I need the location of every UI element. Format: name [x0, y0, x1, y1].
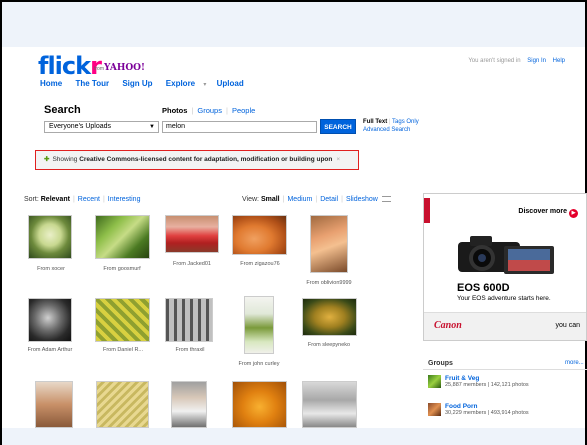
play-icon: ▶ [569, 209, 578, 218]
photo-thumb-thraxil[interactable] [165, 298, 213, 342]
bottom-band [2, 428, 585, 445]
search-type-groups[interactable]: Groups [197, 106, 222, 115]
explore-dropdown-icon[interactable]: ▾ [203, 82, 206, 88]
photo-caption[interactable]: From xocer [16, 266, 86, 272]
signin-link[interactable]: Sign In [527, 58, 546, 64]
slideshow-options-icon[interactable] [381, 196, 391, 202]
signin-status: You aren't signed in [468, 58, 521, 64]
photo-thumb-oblivion9999[interactable] [310, 215, 348, 273]
search-options: Full Text | Tags Only Advanced Search [363, 119, 419, 133]
nav-tour[interactable]: The Tour [75, 79, 109, 88]
photo-caption[interactable]: From oblivion9999 [294, 280, 364, 286]
top-band [2, 2, 585, 47]
search-button[interactable]: SEARCH [320, 119, 356, 134]
groups-title: Groups [428, 360, 453, 367]
main-nav: Home The Tour Sign Up Explore ▾ Upload [40, 79, 255, 88]
camera-icon [458, 236, 554, 274]
ad-you-can: you can [555, 322, 580, 329]
view-slideshow[interactable]: Slideshow [346, 196, 378, 203]
groups-more-link[interactable]: more... [565, 360, 584, 366]
search-title: Search [44, 104, 81, 116]
view-small[interactable]: Small [261, 196, 280, 203]
ad-model: EOS 600D [457, 282, 510, 294]
group-meta: 30,229 members | 493,914 photos [445, 410, 529, 416]
photo-caption[interactable]: From sleepyneko [294, 342, 364, 348]
groups-divider [423, 369, 587, 370]
view-bar: View: Small | Medium | Detail | Slideshow [242, 196, 391, 203]
photo-caption[interactable]: From thraxil [155, 347, 225, 353]
photo-thumb[interactable] [171, 381, 207, 428]
search-type-photos[interactable]: Photos [162, 106, 187, 115]
photo-thumb-adam-arthur[interactable] [28, 298, 72, 342]
cc-notice: ✚ Showing Creative Commons-licensed conte… [35, 150, 359, 170]
photo-caption[interactable]: From zigazou76 [225, 261, 295, 267]
auth-links: You aren't signed in Sign In Help [468, 58, 565, 64]
search-scope-select[interactable]: Everyone's Uploads ▼ [44, 121, 159, 133]
nav-home[interactable]: Home [40, 79, 62, 88]
ad-discover-more[interactable]: Discover more ▶ [518, 208, 578, 218]
chevron-down-icon: ▼ [149, 124, 155, 130]
search-input[interactable]: melon [162, 121, 317, 133]
view-medium[interactable]: Medium [287, 196, 312, 203]
help-link[interactable]: Help [553, 58, 565, 64]
logo-from: from [94, 66, 104, 72]
photo-caption[interactable]: From Jacked01 [157, 261, 227, 267]
yahoo-logo: YAHOO! [104, 63, 145, 73]
group-name[interactable]: Food Porn [445, 403, 529, 410]
canon-ad[interactable]: Discover more ▶ EOS 600D Your EOS advent… [423, 193, 587, 341]
full-text-option[interactable]: Full Text [363, 119, 387, 125]
cc-notice-text[interactable]: Creative Commons-licensed content for ad… [79, 156, 332, 163]
search-type-people[interactable]: People [232, 106, 255, 115]
sort-interesting[interactable]: Interesting [108, 196, 141, 203]
photo-thumb-daniel-r[interactable] [95, 298, 150, 342]
flickr-logo[interactable]: flickr [38, 52, 102, 80]
photo-thumb[interactable] [35, 381, 73, 428]
group-name[interactable]: Fruit & Veg [445, 375, 529, 382]
photo-thumb-xocer[interactable] [28, 215, 72, 259]
photo-thumb-zigazou76[interactable] [232, 215, 287, 255]
sort-bar: Sort: Relevant | Recent | Interesting [24, 196, 141, 203]
advanced-search-link[interactable]: Advanced Search [363, 127, 410, 133]
nav-explore[interactable]: Explore [166, 79, 195, 88]
photo-caption[interactable]: From john curley [224, 361, 294, 367]
photo-thumb-goosmurf[interactable] [95, 215, 150, 259]
photo-thumb-john-curley[interactable] [244, 296, 274, 354]
view-detail[interactable]: Detail [320, 196, 338, 203]
close-icon[interactable]: × [336, 156, 340, 163]
tags-only-option[interactable]: Tags Only [392, 119, 419, 125]
nav-upload[interactable]: Upload [217, 79, 244, 88]
plus-icon: ✚ [44, 156, 50, 163]
photo-thumb-sleepyneko[interactable] [302, 298, 357, 336]
ad-red-bar [424, 198, 430, 223]
group-meta: 25,887 members | 142,121 photos [445, 382, 529, 388]
group-avatar [428, 375, 441, 388]
nav-signup[interactable]: Sign Up [122, 79, 152, 88]
canon-logo: Canon [434, 320, 462, 331]
search-type-tabs: Photos | Groups | People [162, 106, 256, 115]
photo-caption[interactable]: From goosmurf [87, 266, 157, 272]
sort-recent[interactable]: Recent [78, 196, 100, 203]
photo-caption[interactable]: From Daniel R... [88, 347, 158, 353]
photo-thumb-jacked01[interactable] [165, 215, 219, 253]
photo-thumb[interactable] [96, 381, 149, 428]
photo-caption[interactable]: From Adam Arthur [15, 347, 85, 353]
ad-tagline: Your EOS adventure starts here. [457, 295, 551, 302]
group-avatar [428, 403, 441, 416]
photo-thumb[interactable] [302, 381, 357, 428]
sort-relevant[interactable]: Relevant [41, 196, 70, 203]
photo-thumb[interactable] [232, 381, 287, 428]
